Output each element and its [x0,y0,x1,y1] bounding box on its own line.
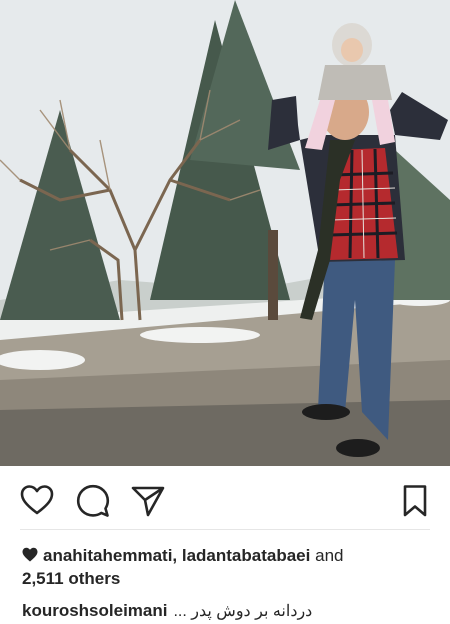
likes-joiner: and [315,546,344,565]
save-button[interactable] [398,484,432,518]
caption-text: دردانه بر دوش پدر ... [173,603,313,620]
paper-plane-icon [131,486,165,517]
likes-summary: anahitahemmati, ladantabatabaei and 2,51… [22,544,432,590]
comment-button[interactable] [76,484,110,518]
post-actions-bar [0,466,450,532]
post-photo-illustration [0,0,450,466]
actions-divider [20,529,430,530]
filled-heart-icon [22,545,38,562]
comment-bubble-icon [76,484,110,517]
bookmark-icon [403,485,427,517]
liked-by-users[interactable]: anahitahemmati, ladantabatabaei [43,546,310,565]
post-photo[interactable] [0,0,450,466]
post-caption: kouroshsoleimani دردانه بر دوش پدر ... [22,601,432,622]
likes-count[interactable]: 2,511 others [22,569,120,588]
heart-outline-icon [20,485,54,515]
share-button[interactable] [131,484,165,518]
caption-username[interactable]: kouroshsoleimani [22,601,167,620]
like-button[interactable] [20,484,54,518]
